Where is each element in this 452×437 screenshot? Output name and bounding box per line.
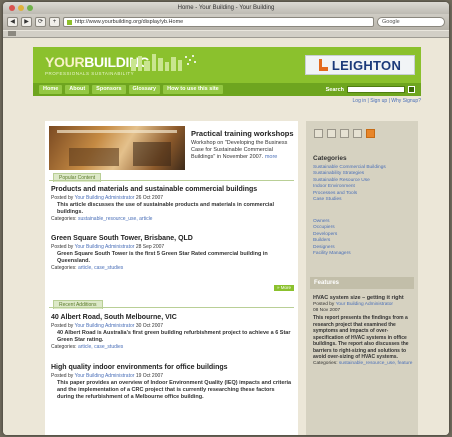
share-icons xyxy=(314,129,375,138)
sponsor-name: LEIGHTON xyxy=(331,57,402,73)
category-link[interactable]: Case Studies xyxy=(313,197,413,203)
browser-toolbar: ◀ ▶ ⟳ + http://www.yourbuilding.org/disp… xyxy=(3,14,449,30)
article-meta: Posted by Your Building Administrator 19… xyxy=(51,373,164,379)
main-nav: Home About Sponsors Glossary How to use … xyxy=(33,83,421,96)
article-item: High quality indoor environments for off… xyxy=(51,363,293,401)
browser-window: Home - Your Building - Your Building ◀ ▶… xyxy=(3,2,449,435)
skyline-icon xyxy=(131,54,196,71)
nav-sponsors[interactable]: Sponsors xyxy=(92,85,126,94)
feature-title[interactable]: Practical training workshops xyxy=(191,129,294,138)
feature-description: Workshop on "Developing the Business Cas… xyxy=(191,140,291,161)
login-links[interactable]: Log in | Sign up | Why Signup? xyxy=(33,98,421,104)
back-button[interactable]: ◀ xyxy=(7,17,18,27)
divider xyxy=(49,307,294,308)
article-item: 40 Albert Road, South Melbourne, VIC Pos… xyxy=(51,313,293,351)
article-meta: Posted by Your Building Administrator 30… xyxy=(51,323,164,329)
bookmarks-icon[interactable] xyxy=(8,31,16,36)
main-content: Practical training workshops Workshop on… xyxy=(45,121,298,435)
features-heading: Features xyxy=(310,277,414,289)
category-links[interactable]: article, case_studies xyxy=(78,265,123,271)
article-summary: This paper provides an overview of Indoo… xyxy=(57,380,292,400)
categories-heading: Categories xyxy=(313,155,347,162)
author-link[interactable]: Your Building Administrator xyxy=(336,302,393,307)
nav-about[interactable]: About xyxy=(65,85,90,94)
audience-list: Owners Occupiers Developers Builders Des… xyxy=(313,219,413,257)
site-search-input[interactable] xyxy=(347,86,405,93)
feature-item-summary: This report presents the findings from a… xyxy=(313,315,409,360)
article-item: Green Square South Tower, Brisbane, QLD … xyxy=(51,234,293,272)
window-title: Home - Your Building - Your Building xyxy=(177,5,275,11)
feature-block: Practical training workshops Workshop on… xyxy=(49,126,294,170)
audience-link[interactable]: Facility Managers xyxy=(313,251,413,257)
feature-item-title[interactable]: HVAC system size – getting it right xyxy=(313,295,413,302)
article-summary: 40 Albert Road is Australia's first gree… xyxy=(57,330,291,343)
category-links[interactable]: article, case_studies xyxy=(78,344,123,350)
share-icon[interactable] xyxy=(353,129,362,138)
article-title[interactable]: High quality indoor environments for off… xyxy=(51,363,293,372)
feature-item-categories: Categories: sustainable_resource_use, fe… xyxy=(313,360,413,366)
bookmark-icon[interactable] xyxy=(340,129,349,138)
feature-item: HVAC system size – getting it right Post… xyxy=(313,295,413,367)
article-categories: Categories: sustainable_resource_use, ar… xyxy=(51,216,153,222)
article-title[interactable]: Products and materials and sustainable c… xyxy=(51,185,293,194)
site-tagline: PROFESSIONALS SUSTAINABILITY xyxy=(45,71,135,76)
logo-your: YOUR xyxy=(45,54,85,70)
article-categories: Categories: article, case_studies xyxy=(51,265,124,271)
more-button[interactable]: » More xyxy=(273,285,294,291)
address-bar[interactable]: http://www.yourbuilding.org/display/yb.H… xyxy=(63,17,374,27)
nav-home[interactable]: Home xyxy=(39,85,63,94)
browser-search-input[interactable]: Google xyxy=(377,17,445,27)
article-title[interactable]: Green Square South Tower, Brisbane, QLD xyxy=(51,234,293,243)
categories-list: Sustainable Commercial Buildings Sustain… xyxy=(313,165,413,203)
leighton-mark-icon xyxy=(318,59,328,71)
feature-item-meta: Posted by Your Building Administrator 08 … xyxy=(313,302,394,313)
article-categories: Categories: article, case_studies xyxy=(51,344,124,350)
author-link[interactable]: Your Building Administrator xyxy=(75,323,135,329)
article-summary: Green Square South Tower is the first 5 … xyxy=(57,251,268,264)
search-label: Search xyxy=(325,86,344,93)
category-links[interactable]: sustainable_resource_use, feature xyxy=(339,361,413,366)
title-bar: Home - Your Building - Your Building xyxy=(3,2,449,14)
favicon-icon xyxy=(67,19,72,25)
email-icon[interactable] xyxy=(327,129,336,138)
rss-icon[interactable] xyxy=(366,129,375,138)
author-link[interactable]: Your Building Administrator xyxy=(75,373,135,379)
article-item: Products and materials and sustainable c… xyxy=(51,185,293,223)
author-link[interactable]: Your Building Administrator xyxy=(75,244,135,250)
divider xyxy=(49,180,294,181)
author-link[interactable]: Your Building Administrator xyxy=(75,195,135,201)
search-go-button[interactable] xyxy=(408,86,415,93)
article-meta: Posted by Your Building Administrator 26… xyxy=(51,195,164,201)
print-icon[interactable] xyxy=(314,129,323,138)
nav-glossary[interactable]: Glossary xyxy=(128,85,161,94)
forward-button[interactable]: ▶ xyxy=(21,17,32,27)
bookmarks-bar xyxy=(3,31,449,38)
reload-button[interactable]: ⟳ xyxy=(35,17,46,27)
sponsor-logo[interactable]: LEIGHTON xyxy=(305,55,415,75)
feature-image[interactable] xyxy=(49,126,185,170)
article-title[interactable]: 40 Albert Road, South Melbourne, VIC xyxy=(51,313,293,322)
article-summary: This article discusses the use of sustai… xyxy=(57,202,275,215)
category-links[interactable]: sustainable_resource_use, article xyxy=(78,216,153,222)
article-meta: Posted by Your Building Administrator 28… xyxy=(51,244,165,250)
nav-how-to-use[interactable]: How to use this site xyxy=(163,85,223,94)
feature-more-link[interactable]: more xyxy=(265,154,278,160)
address-url: http://www.yourbuilding.org/display/yb.H… xyxy=(75,19,184,25)
sidebar: Categories Sustainable Commercial Buildi… xyxy=(306,121,418,435)
site-search: Search xyxy=(326,86,415,93)
site-header: YOURBUILDING PROFESSIONALS SUSTAINABILIT… xyxy=(33,47,421,83)
add-bookmark-button[interactable]: + xyxy=(49,17,60,27)
